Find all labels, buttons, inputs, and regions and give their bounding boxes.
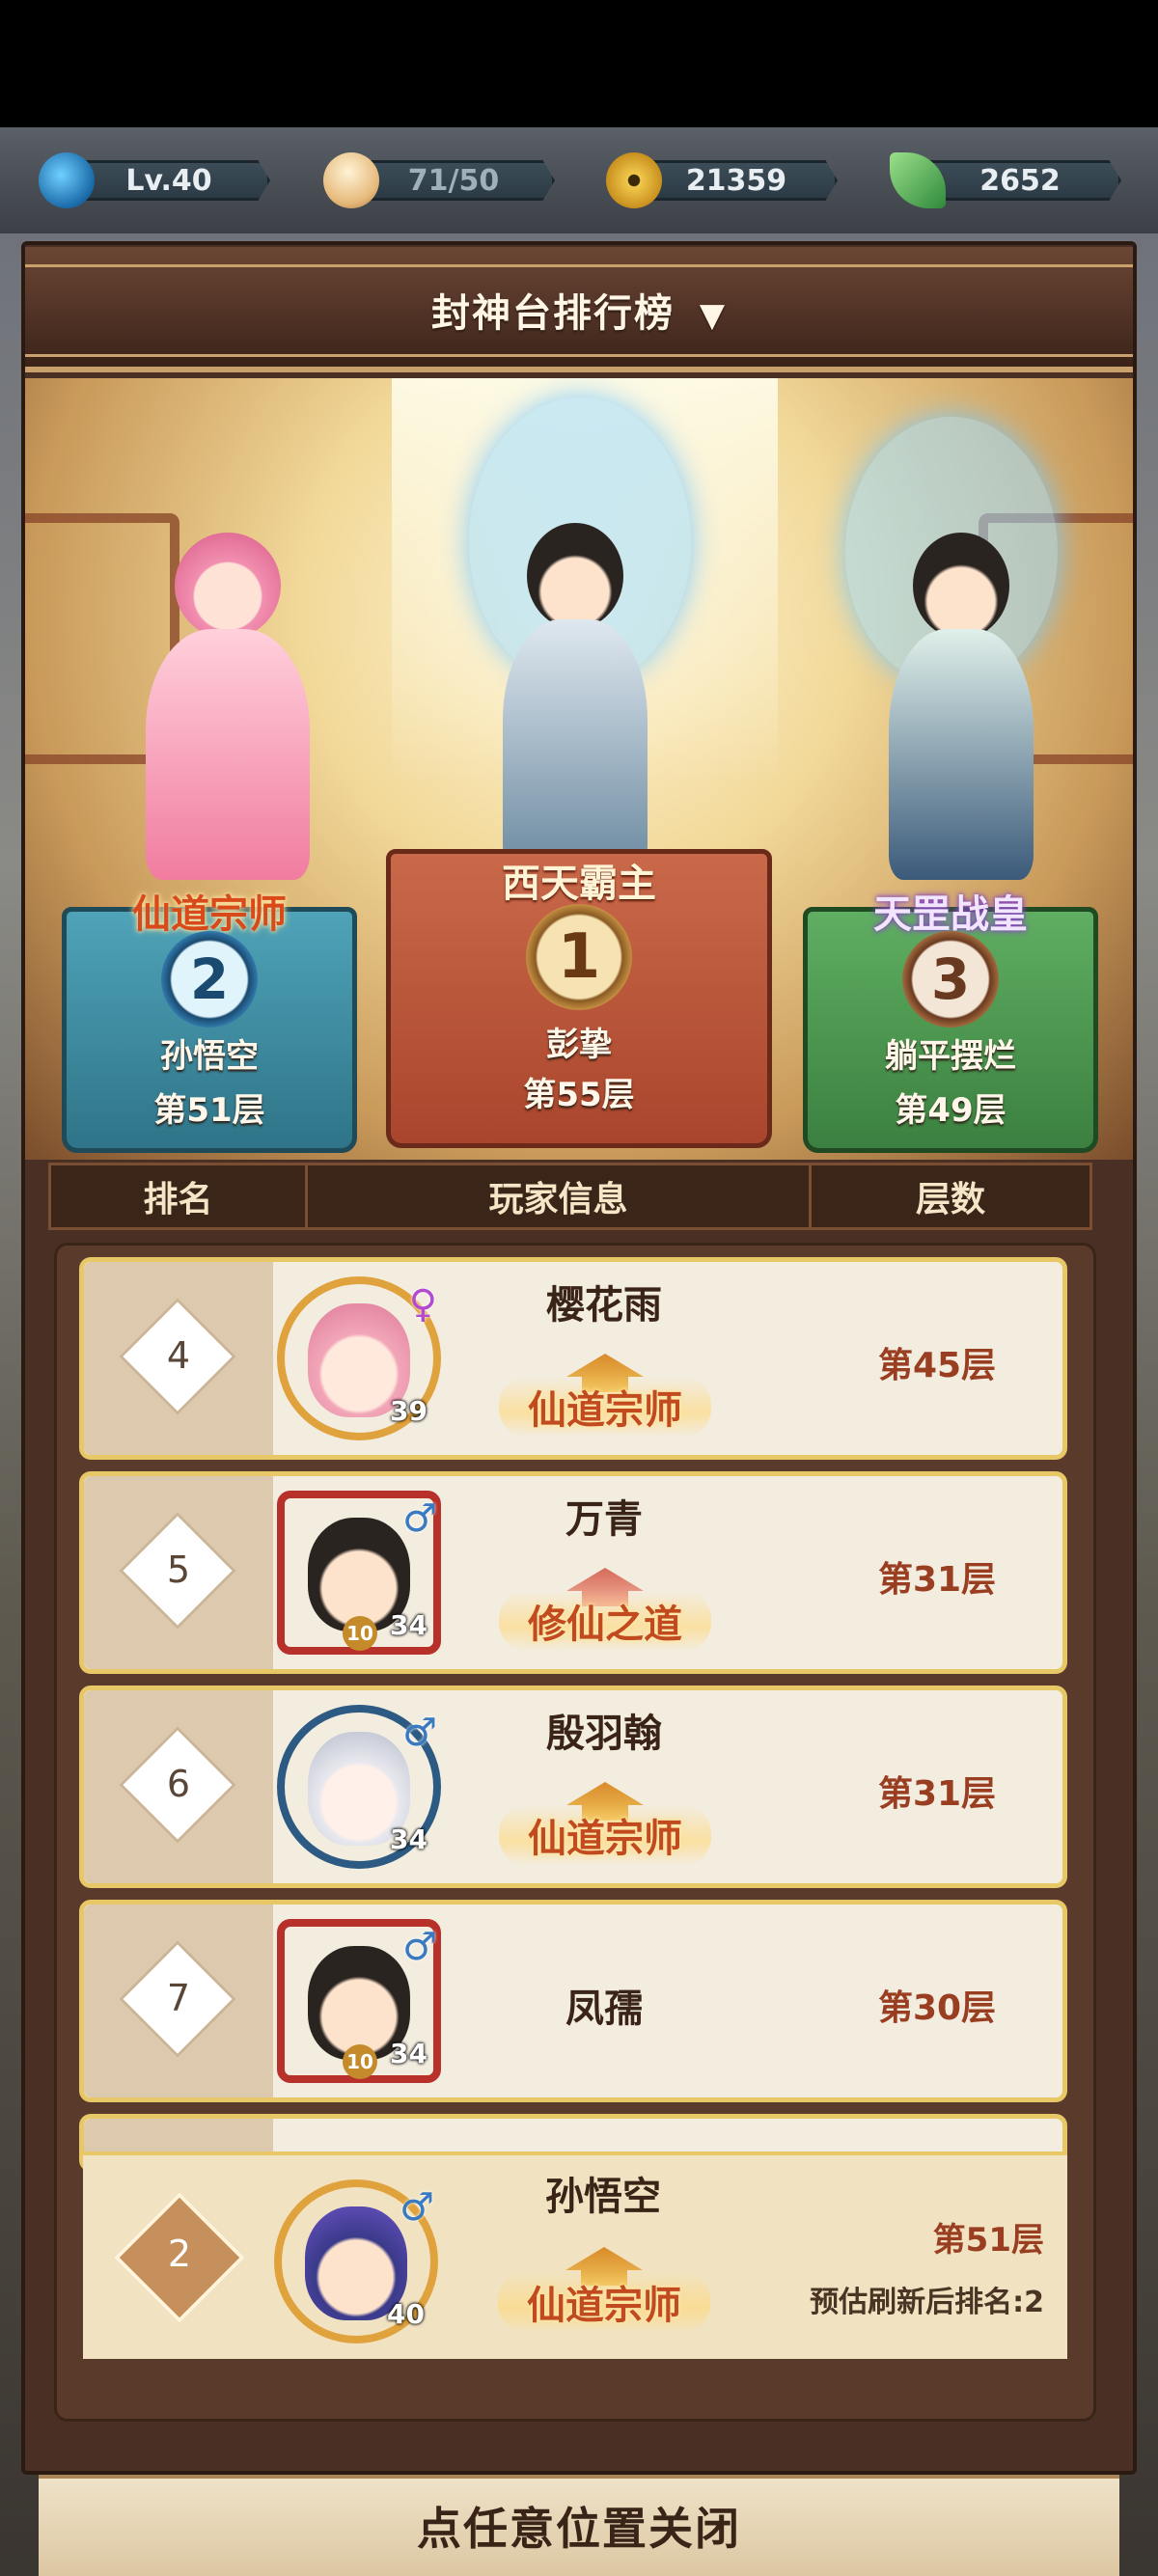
player-name: 孙悟空 <box>160 1037 259 1076</box>
podium-title: 西天霸主 <box>502 862 656 906</box>
avatar[interactable]: ♀ 39 <box>277 1276 441 1440</box>
panel-title: 封神台排行榜 <box>430 291 675 336</box>
my-rank-row[interactable]: 2 ♂ 40 孙悟空 仙道宗师 第51层 预估刷新后排名:2 <box>83 2151 1067 2359</box>
male-icon: ♂ <box>402 1496 437 1541</box>
rank-medal: 3 <box>902 931 999 1028</box>
table-row[interactable]: 5 ♂ 34 10 万青 修仙之道 第31层 <box>79 1471 1067 1674</box>
table-header: 排名 玩家信息 层数 <box>48 1163 1092 1230</box>
rank-number: 1 <box>557 921 601 993</box>
col-info-header: 玩家信息 <box>308 1165 812 1227</box>
table-row[interactable]: 7 ♂ 34 10 凤孺 第30层 <box>79 1900 1067 2102</box>
player-floor: 第51层 <box>153 1091 265 1130</box>
player-floor: 第45层 <box>877 1346 997 1385</box>
rank-number: 2 <box>189 946 230 1012</box>
swirl-icon <box>39 152 95 208</box>
my-title: 仙道宗师 <box>498 2271 710 2333</box>
dropdown-arrow-icon: ▼ <box>699 296 728 335</box>
rank-medal: 1 <box>526 904 632 1010</box>
my-rank-number: 2 <box>167 2233 192 2275</box>
close-hint[interactable]: 点任意位置关闭 <box>0 2494 1158 2558</box>
player-name: 凤孺 <box>565 1987 643 2031</box>
status-bar-area <box>0 0 1158 127</box>
player-floor: 第30层 <box>877 1988 997 2028</box>
vip-badge: 10 <box>343 1616 377 1651</box>
character-rank-3[interactable] <box>865 523 1058 890</box>
rank-number: 6 <box>166 1763 191 1805</box>
level-resource: Lv.40 <box>39 152 270 208</box>
male-icon: ♂ <box>402 1925 437 1969</box>
my-avatar[interactable]: ♂ 40 <box>274 2179 438 2343</box>
my-name: 孙悟空 <box>545 2175 661 2219</box>
character-rank-2[interactable] <box>131 523 324 890</box>
player-title: 仙道宗师 <box>499 1804 711 1866</box>
player-name: 樱花雨 <box>546 1283 662 1328</box>
avatar[interactable]: ♂ 34 10 <box>277 1491 441 1655</box>
player-floor: 第49层 <box>895 1091 1006 1130</box>
player-floor: 第31层 <box>877 1560 997 1600</box>
podium-rank-3[interactable]: 天罡战皇 3 躺平摆烂 第49层 <box>803 892 1098 1153</box>
leaderboard-title-dropdown[interactable]: 封神台排行榜 ▼ <box>0 282 1158 338</box>
player-title: 修仙之道 <box>499 1590 711 1652</box>
player-floor: 第31层 <box>877 1774 997 1814</box>
my-floor: 第51层 <box>932 2221 1044 2260</box>
player-name: 万青 <box>565 1497 643 1542</box>
col-rank-header: 排名 <box>51 1165 308 1227</box>
coin-resource[interactable]: 21359 <box>606 152 838 208</box>
estimated-rank: 预估刷新后排名:2 <box>810 2286 1044 2319</box>
male-icon: ♂ <box>402 1711 437 1755</box>
avatar[interactable]: ♂ 34 <box>277 1705 441 1869</box>
podium-rank-2[interactable]: 仙道宗师 2 孙悟空 第51层 <box>62 892 357 1153</box>
player-level: 34 <box>390 2038 427 2069</box>
player-name: 殷羽翰 <box>546 1712 662 1756</box>
rank-number: 4 <box>166 1334 191 1377</box>
jade-value: 2652 <box>919 160 1121 201</box>
my-level: 40 <box>387 2298 425 2330</box>
podium-rank-1[interactable]: 西天霸主 1 彭挚 第55层 <box>386 849 772 1148</box>
player-name: 彭挚 <box>546 1026 612 1064</box>
rank-number: 3 <box>930 946 971 1012</box>
bun-icon <box>323 152 379 208</box>
player-floor: 第55层 <box>523 1076 635 1114</box>
col-floor-header: 层数 <box>915 1180 985 1219</box>
player-title: 仙道宗师 <box>499 1376 711 1438</box>
coin-icon <box>606 152 662 208</box>
male-icon: ♂ <box>400 2185 434 2230</box>
female-icon: ♀ <box>408 1282 437 1327</box>
table-row[interactable]: 4 ♀ 39 樱花雨 仙道宗师 第45层 <box>79 1257 1067 1460</box>
avatar[interactable]: ♂ 34 10 <box>277 1919 441 2083</box>
player-level: 34 <box>390 1823 427 1855</box>
stamina-value: 71/50 <box>352 160 555 201</box>
table-row[interactable]: 6 ♂ 34 殷羽翰 仙道宗师 第31层 <box>79 1685 1067 1888</box>
player-level: 39 <box>390 1395 427 1427</box>
stamina-resource[interactable]: 71/50 <box>323 152 555 208</box>
character-rank-1[interactable] <box>479 513 672 880</box>
rank-number: 7 <box>166 1977 191 2019</box>
rank-number: 5 <box>166 1548 191 1591</box>
player-level: 34 <box>390 1609 427 1641</box>
player-name: 躺平摆烂 <box>885 1037 1016 1076</box>
rank-medal: 2 <box>161 931 258 1028</box>
jade-resource[interactable]: 2652 <box>890 152 1121 208</box>
vip-badge: 10 <box>343 2044 377 2079</box>
level-value: Lv.40 <box>68 160 270 201</box>
coin-value: 21359 <box>635 160 838 201</box>
